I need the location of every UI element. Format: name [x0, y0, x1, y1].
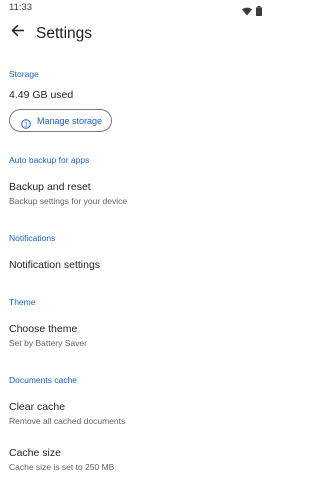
- backup-and-reset-title: Backup and reset: [9, 181, 91, 193]
- section-header-auto-backup: Auto backup for apps: [9, 155, 90, 165]
- choose-theme-title: Choose theme: [9, 323, 78, 335]
- cache-size-item[interactable]: Cache size Cache size is set to 250 MB: [0, 442, 270, 476]
- manage-storage-button[interactable]: 1 Manage storage: [9, 109, 112, 132]
- section-header-theme: Theme: [9, 297, 36, 307]
- clear-cache-title: Clear cache: [9, 401, 66, 413]
- app-bar: Settings: [0, 18, 270, 50]
- clear-cache-item[interactable]: Clear cache Remove all cached documents: [0, 396, 270, 430]
- choose-theme-item[interactable]: Choose theme Set by Battery Saver: [0, 318, 270, 352]
- section-header-notifications: Notifications: [9, 233, 56, 243]
- section-header-documents-cache: Documents cache: [9, 375, 78, 385]
- storage-used-text: 4.49 GB used: [9, 89, 74, 101]
- cache-size-title: Cache size: [9, 447, 61, 459]
- svg-text:1: 1: [24, 121, 28, 128]
- storage-info-icon: 1: [21, 116, 31, 129]
- notification-settings-item[interactable]: Notification settings: [0, 254, 270, 278]
- backup-and-reset-item[interactable]: Backup and reset Backup settings for you…: [0, 176, 270, 210]
- status-bar: 11:33: [0, 0, 270, 16]
- section-header-storage: Storage: [9, 69, 39, 79]
- arrow-back-icon: [11, 24, 24, 42]
- page-title: Settings: [36, 25, 93, 42]
- back-button[interactable]: [6, 22, 28, 44]
- choose-theme-subtitle: Set by Battery Saver: [9, 338, 87, 348]
- clear-cache-subtitle: Remove all cached documents: [9, 416, 126, 426]
- cache-size-subtitle: Cache size is set to 250 MB: [9, 462, 115, 472]
- status-time: 11:33: [9, 2, 33, 13]
- notification-settings-title: Notification settings: [9, 259, 101, 271]
- backup-and-reset-subtitle: Backup settings for your device: [9, 196, 128, 206]
- manage-storage-label: Manage storage: [37, 115, 103, 126]
